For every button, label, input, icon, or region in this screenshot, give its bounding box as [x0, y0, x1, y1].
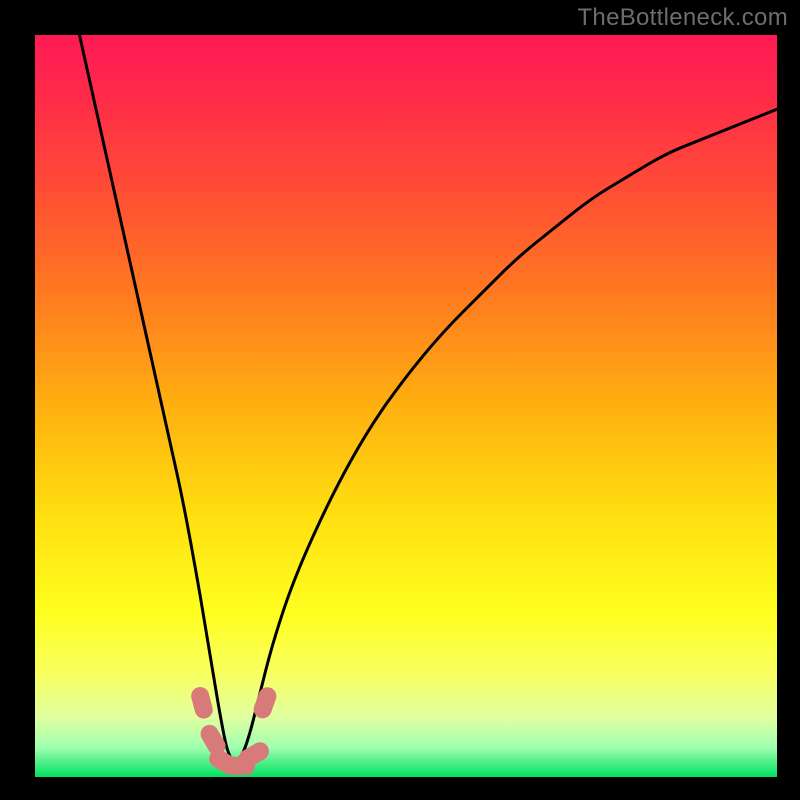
watermark-text: TheBottleneck.com — [577, 4, 788, 32]
chart-frame: TheBottleneck.com — [0, 0, 800, 800]
plot-background — [35, 35, 777, 777]
bottleneck-chart — [0, 0, 800, 800]
